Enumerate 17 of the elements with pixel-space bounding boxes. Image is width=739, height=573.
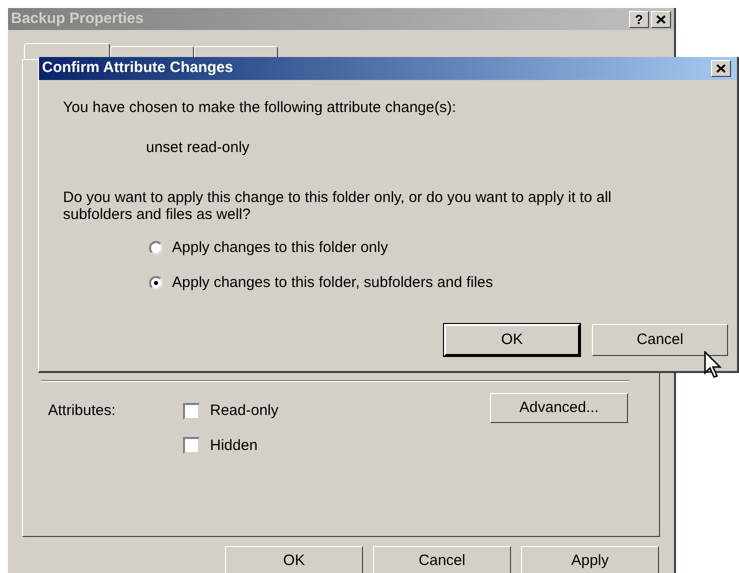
checkbox-label: Read-only: [210, 401, 278, 421]
dialog-button[interactable]: OK: [225, 546, 363, 573]
question-text: Do you want to apply this change to this folder only, or do you want to apply it to all subfolders and files as well?: [63, 189, 612, 223]
attributes-label: Attributes:: [48, 401, 116, 421]
dialog-button[interactable]: Cancel: [373, 546, 511, 573]
radio-label: Apply changes to this folder, subfolders and files: [172, 272, 494, 292]
dialog-button[interactable]: Apply: [521, 546, 659, 573]
checkbox-label: Hidden: [210, 436, 258, 456]
dialog-button[interactable]: OK: [444, 324, 580, 356]
advanced-button[interactable]: Advanced...: [490, 393, 628, 423]
help-button[interactable]: ?: [629, 10, 649, 28]
window-title: Backup Properties: [11, 8, 144, 29]
radio-label: Apply changes to this folder only: [172, 238, 388, 258]
dialog-button[interactable]: Cancel: [592, 324, 728, 356]
dialog-title: Confirm Attribute Changes: [42, 58, 234, 78]
message-text: You have chosen to make the following attribute change(s):: [63, 98, 458, 118]
change-text: unset read-only: [146, 138, 250, 158]
